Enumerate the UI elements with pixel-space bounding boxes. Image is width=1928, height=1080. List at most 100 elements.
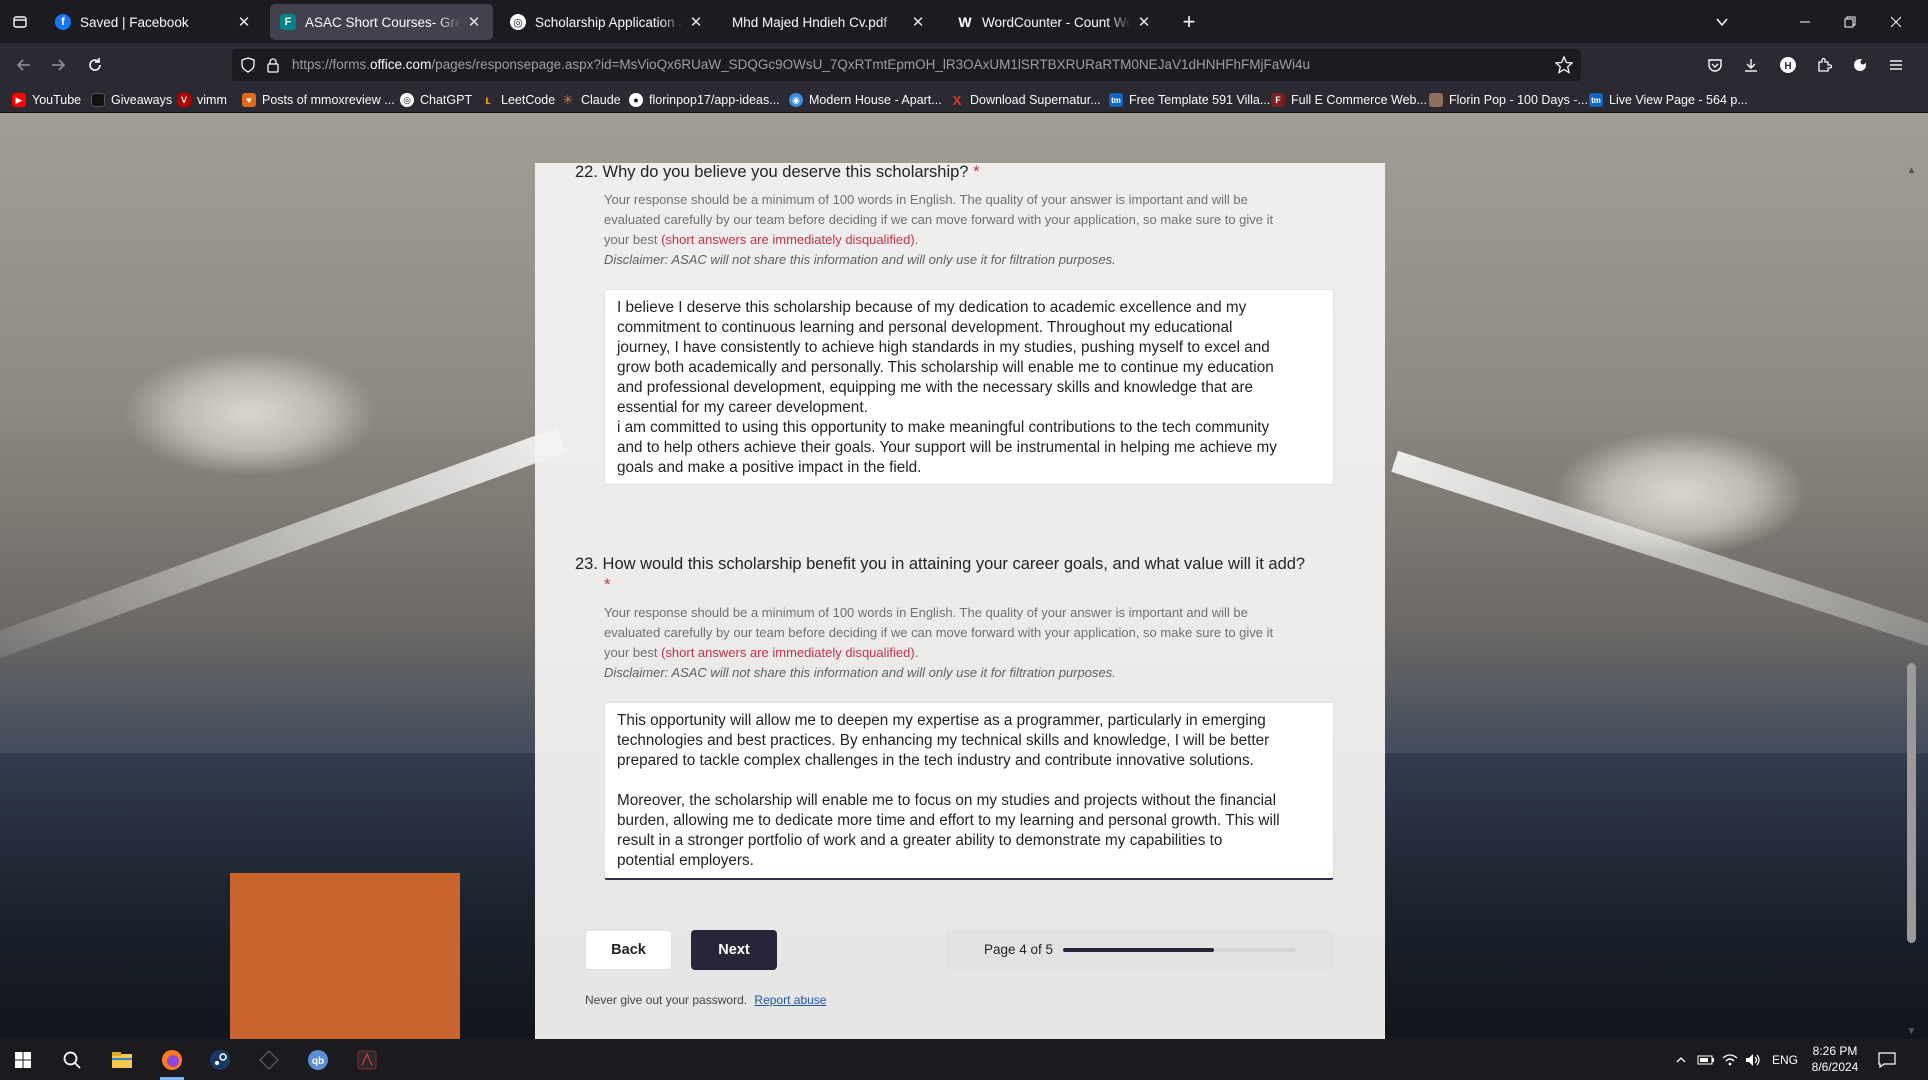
tab-facebook[interactable]: f Saved | Facebook ✕ — [45, 4, 263, 40]
qbittorrent-icon[interactable]: qb — [297, 1039, 339, 1080]
bookmark-github-app-ideas[interactable]: ● florinpop17/app-ideas... — [629, 91, 780, 109]
new-tab-button[interactable]: + — [1176, 9, 1202, 34]
wordcounter-icon: W — [958, 14, 972, 30]
page-indicator: Page 4 of 5 — [984, 942, 1054, 957]
close-tab-icon[interactable]: ✕ — [687, 13, 705, 31]
vimm-icon: V — [177, 93, 191, 107]
show-hidden-icons[interactable] — [1674, 1039, 1688, 1080]
back-arrow-icon[interactable] — [10, 51, 38, 79]
language-indicator[interactable]: ENG — [1772, 1039, 1798, 1080]
tab-title: Mhd Majed Hndieh Cv.pdf — [732, 14, 888, 30]
claude-icon: ✳ — [562, 92, 574, 107]
required-marker: * — [604, 576, 611, 594]
steam-icon[interactable] — [199, 1039, 241, 1080]
url-prefix: https://forms. — [292, 57, 371, 72]
question-number: 22. — [575, 163, 598, 181]
downloads-icon[interactable] — [1737, 51, 1765, 79]
question-23-answer-textarea[interactable]: This opportunity will allow me to deepen… — [604, 702, 1334, 880]
url-text[interactable]: https://forms.office.com/pages/responsep… — [292, 57, 1310, 72]
extensions-icon[interactable] — [1810, 51, 1838, 79]
restore-icon[interactable] — [1838, 11, 1862, 33]
volume-icon[interactable] — [1745, 1039, 1761, 1080]
bookmark-youtube[interactable]: ▶ YouTube — [12, 91, 81, 109]
bookmark-mmoxreview[interactable]: ♥ Posts of mmoxreview ... — [242, 91, 395, 109]
scroll-up-icon[interactable]: ▲ — [1903, 165, 1920, 176]
bookmark-ecommerce[interactable]: F Full E Commerce Web... — [1271, 91, 1427, 109]
clock-time: 8:26 PM — [1812, 1044, 1858, 1058]
page-progress: Page 4 of 5 — [946, 930, 1334, 970]
bookmark-label: Live View Page - 564 p... — [1609, 93, 1748, 107]
download-x-icon: X — [952, 92, 962, 108]
shield-icon[interactable] — [240, 57, 256, 78]
next-button[interactable]: Next — [691, 930, 777, 970]
system-clock[interactable]: 8:26 PM 8/6/2024 — [1800, 1043, 1870, 1075]
file-explorer-icon[interactable] — [101, 1039, 143, 1080]
lock-icon[interactable] — [266, 57, 280, 78]
pocket-icon[interactable] — [1701, 51, 1729, 79]
ceiling-light — [1391, 450, 1928, 658]
search-icon[interactable] — [51, 1039, 93, 1080]
url-path: /pages/responsepage.aspx?id=MsVioQx6RUaW… — [431, 57, 1310, 72]
app-icon[interactable] — [248, 1039, 290, 1080]
back-button[interactable]: Back — [585, 930, 672, 970]
firefox-icon[interactable] — [151, 1039, 193, 1080]
bookmark-claude[interactable]: ✳ Claude — [561, 91, 621, 109]
presentation-banner — [230, 873, 460, 1039]
close-tab-icon[interactable]: ✕ — [465, 13, 483, 31]
bookmark-label: LeetCode — [501, 93, 556, 107]
windows-start-icon[interactable] — [2, 1039, 44, 1080]
bookmark-label: florinpop17/app-ideas... — [649, 93, 780, 107]
close-tab-icon[interactable]: ✕ — [1135, 13, 1153, 31]
close-window-icon[interactable] — [1884, 11, 1908, 33]
giveaways-icon — [91, 93, 105, 107]
battery-icon[interactable] — [1697, 1039, 1715, 1080]
game-app-icon[interactable] — [346, 1039, 388, 1080]
menu-hamburger-icon[interactable] — [1882, 51, 1910, 79]
address-bar[interactable]: https://forms.office.com/pages/responsep… — [232, 49, 1581, 81]
reload-icon[interactable] — [81, 51, 109, 79]
close-tab-icon[interactable]: ✕ — [909, 13, 927, 31]
tab-wordcounter[interactable]: W WordCounter - Count Words & ✕ — [947, 4, 1163, 40]
tab-cv-pdf[interactable]: Mhd Majed Hndieh Cv.pdf ✕ — [722, 4, 937, 40]
question-text: How would this scholarship benefit you i… — [602, 555, 1306, 573]
facebook-icon: f — [55, 14, 71, 30]
chatgpt-icon: ◎ — [510, 14, 526, 30]
hint-line: Your response should be a minimum of 100… — [604, 605, 1248, 620]
ceiling-light — [0, 427, 566, 665]
mmoxreview-icon: ♥ — [242, 93, 256, 107]
bookmark-live-view[interactable]: tm Live View Page - 564 p... — [1589, 91, 1748, 109]
report-abuse-link[interactable]: Report abuse — [754, 993, 826, 1007]
scroll-down-icon[interactable]: ▼ — [1903, 1026, 1920, 1037]
account-extension-icon[interactable]: H — [1774, 51, 1802, 79]
bookmark-label: vimm — [197, 93, 227, 107]
bookmark-chatgpt[interactable]: ◎ ChatGPT — [400, 91, 472, 109]
page-scrollbar[interactable]: ▲ ▼ — [1903, 163, 1920, 1039]
tab-overview-icon[interactable] — [8, 11, 32, 33]
bookmark-label: ChatGPT — [420, 93, 473, 107]
notifications-icon[interactable] — [1878, 1039, 1896, 1080]
hint-warning: (short answers are immediately disqualif… — [661, 645, 915, 660]
footer-warning: Never give out your password. — [585, 993, 748, 1007]
bookmark-leetcode[interactable]: ʟ LeetCode — [481, 91, 555, 109]
tab-title: Saved | Facebook — [80, 14, 189, 30]
wifi-icon[interactable] — [1722, 1039, 1738, 1080]
addon-icon[interactable] — [1846, 51, 1874, 79]
bookmark-label: Modern House - Apart... — [809, 93, 942, 107]
bookmark-giveaways[interactable]: Giveaways — [91, 91, 172, 109]
bookmark-star-icon[interactable] — [1554, 55, 1574, 79]
hint-line: Your response should be a minimum of 100… — [604, 192, 1248, 207]
list-all-tabs-icon[interactable] — [1710, 11, 1734, 33]
bookmark-florin-pop[interactable]: Florin Pop - 100 Days -... — [1429, 91, 1588, 109]
bookmark-modern-house[interactable]: ◉ Modern House - Apart... — [789, 91, 942, 109]
tab-asac-forms[interactable]: F ASAC Short Courses- Green Skills ✕ — [270, 4, 493, 40]
forward-arrow-icon[interactable] — [44, 51, 72, 79]
question-22-answer-textarea[interactable]: I believe I deserve this scholarship bec… — [604, 289, 1334, 485]
scrollbar-thumb[interactable] — [1907, 663, 1916, 943]
bookmark-free-template[interactable]: tm Free Template 591 Villa... — [1109, 91, 1270, 109]
tab-scholarship-chatgpt[interactable]: ◎ Scholarship Application Justification … — [500, 4, 715, 40]
bookmark-supernatural[interactable]: X Download Supernatur... — [950, 91, 1101, 109]
hint-line: your best — [604, 232, 662, 247]
minimize-icon[interactable] — [1793, 11, 1817, 33]
close-tab-icon[interactable]: ✕ — [235, 13, 253, 31]
bookmark-vimm[interactable]: Vvimm — [177, 91, 227, 109]
